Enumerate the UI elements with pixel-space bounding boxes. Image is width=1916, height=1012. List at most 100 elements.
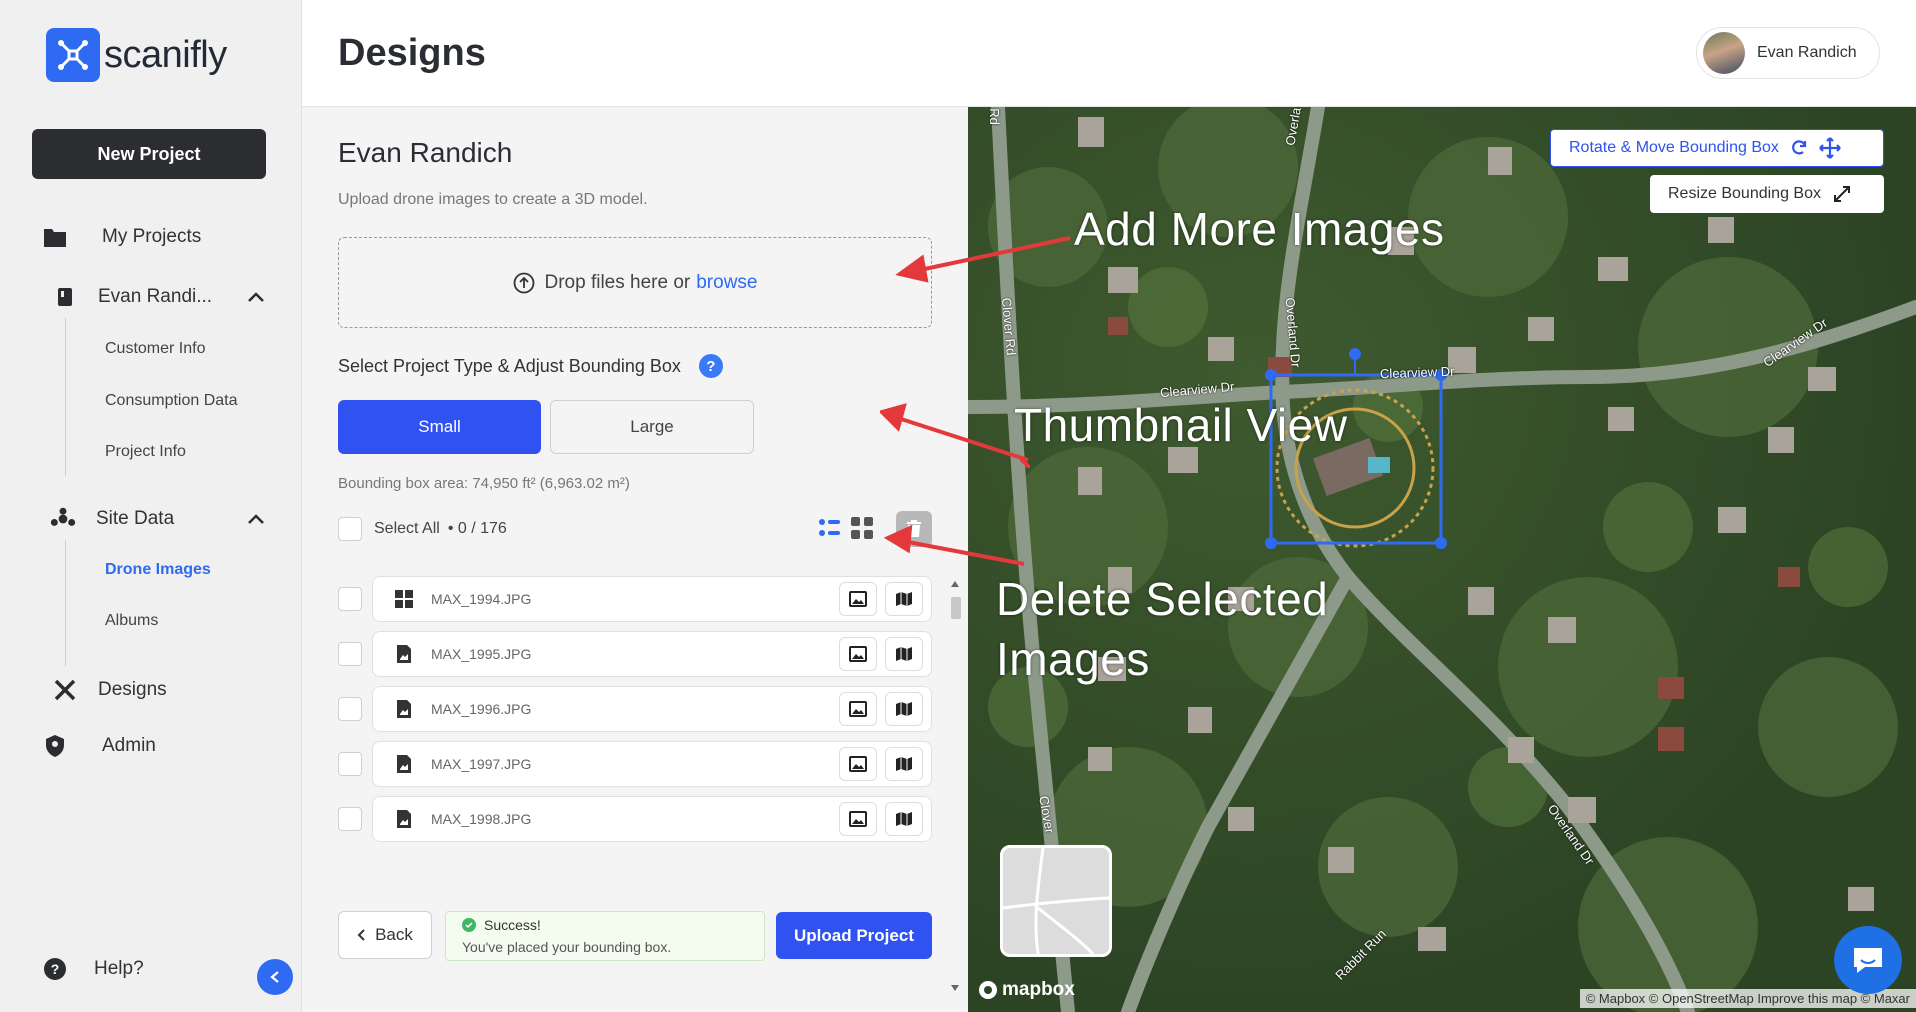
view-image-button[interactable] xyxy=(839,637,877,671)
grid-view-icon[interactable] xyxy=(850,516,874,540)
map-icon xyxy=(896,812,912,826)
select-all-checkbox[interactable] xyxy=(338,517,362,541)
user-name: Evan Randich xyxy=(1757,44,1857,61)
file-checkbox[interactable] xyxy=(338,587,362,611)
nav-admin[interactable]: Admin xyxy=(42,733,156,759)
minimap-roads xyxy=(1002,847,1110,956)
select-all-label[interactable]: Select All xyxy=(374,520,440,538)
mapbox-logo-icon xyxy=(979,981,997,999)
help-link[interactable]: ? Help? xyxy=(44,958,144,980)
road-label: Clearview Dr xyxy=(1379,363,1455,382)
shield-icon xyxy=(42,733,68,759)
view-image-button[interactable] xyxy=(839,692,877,726)
new-project-button[interactable]: New Project xyxy=(32,129,266,179)
file-image-icon xyxy=(393,808,415,830)
file-card[interactable]: MAX_1994.JPG xyxy=(372,576,932,622)
bounding-box-area: Bounding box area: 74,950 ft² (6,963.02 … xyxy=(338,475,630,492)
annotation-arrow-delete xyxy=(883,524,1025,566)
section-title: Select Project Type & Adjust Bounding Bo… xyxy=(338,354,723,378)
logo[interactable]: scanifly xyxy=(46,28,227,82)
back-label: Back xyxy=(375,925,413,944)
chevron-up-icon[interactable] xyxy=(246,288,266,308)
selection-count: • 0 / 176 xyxy=(447,520,507,537)
user-menu[interactable]: Evan Randich xyxy=(1696,27,1880,79)
collapse-sidebar-button[interactable] xyxy=(257,959,293,995)
nav-my-projects[interactable]: My Projects xyxy=(42,224,201,250)
image-icon xyxy=(849,756,867,772)
drone-icon xyxy=(50,506,76,532)
map-icon xyxy=(896,757,912,771)
file-card[interactable]: MAX_1997.JPG xyxy=(372,741,932,787)
chat-button[interactable] xyxy=(1834,926,1902,994)
nav-project-info[interactable]: Project Info xyxy=(105,443,186,461)
view-image-button[interactable] xyxy=(839,582,877,616)
browse-link[interactable]: browse xyxy=(696,272,757,294)
page-title: Designs xyxy=(338,32,486,74)
file-row: MAX_1997.JPG xyxy=(338,741,932,787)
upload-icon xyxy=(513,272,534,293)
nav-consumption-data[interactable]: Consumption Data xyxy=(105,392,238,410)
project-type-large-button[interactable]: Large xyxy=(550,400,754,454)
view-image-button[interactable] xyxy=(839,747,877,781)
mapbox-logo[interactable]: mapbox xyxy=(978,979,1075,1001)
minimap[interactable] xyxy=(1000,845,1112,957)
file-dropzone[interactable]: Drop files here or browse xyxy=(338,237,932,328)
view-on-map-button[interactable] xyxy=(885,582,923,616)
file-checkbox[interactable] xyxy=(338,642,362,666)
annotation-delete-selected: Delete Selected xyxy=(996,573,1329,625)
image-icon xyxy=(849,701,867,717)
scroll-thumb[interactable] xyxy=(951,597,961,619)
file-list-scrollbar[interactable] xyxy=(948,577,962,1005)
file-checkbox[interactable] xyxy=(338,697,362,721)
back-button[interactable]: Back xyxy=(338,911,432,959)
image-icon xyxy=(849,811,867,827)
rotate-icon xyxy=(1791,140,1807,155)
file-row: MAX_1998.JPG xyxy=(338,796,932,842)
file-card[interactable]: MAX_1996.JPG xyxy=(372,686,932,732)
file-row: MAX_1994.JPG xyxy=(338,576,932,622)
project-name: Evan Randich xyxy=(338,137,513,168)
list-view-icon[interactable] xyxy=(818,516,842,540)
file-checkbox[interactable] xyxy=(338,807,362,831)
page-header: Designs Evan Randich xyxy=(302,0,1916,107)
view-on-map-button[interactable] xyxy=(885,802,923,836)
chevron-left-icon xyxy=(357,929,365,941)
toast-message: You've placed your bounding box. xyxy=(462,939,672,955)
file-row: MAX_1995.JPG xyxy=(338,631,932,677)
view-on-map-button[interactable] xyxy=(885,747,923,781)
nav-customer-info[interactable]: Customer Info xyxy=(105,340,205,358)
brand-name: scanifly xyxy=(104,33,227,76)
nav-label: Evan Randi... xyxy=(98,286,213,307)
view-on-map-button[interactable] xyxy=(885,637,923,671)
file-card[interactable]: MAX_1995.JPG xyxy=(372,631,932,677)
toast-title: Success! xyxy=(484,917,541,933)
nav-drone-images[interactable]: Drone Images xyxy=(105,561,211,579)
avatar xyxy=(1703,32,1745,74)
nav-project-item[interactable]: Evan Randi... xyxy=(52,284,212,310)
resize-bounding-box-button[interactable]: Resize Bounding Box xyxy=(1650,175,1884,213)
help-label: Help? xyxy=(94,958,144,979)
view-image-button[interactable] xyxy=(839,802,877,836)
section-label: Select Project Type & Adjust Bounding Bo… xyxy=(338,355,681,376)
nav-albums[interactable]: Albums xyxy=(105,612,158,630)
upload-project-button[interactable]: Upload Project xyxy=(776,912,932,959)
file-checkbox[interactable] xyxy=(338,752,362,776)
file-card[interactable]: MAX_1998.JPG xyxy=(372,796,932,842)
rotate-move-bounding-box-button[interactable]: Rotate & Move Bounding Box xyxy=(1550,129,1884,167)
image-icon xyxy=(849,646,867,662)
upload-panel: Evan Randich Upload drone images to crea… xyxy=(302,107,968,1012)
tree-line xyxy=(65,540,66,666)
nav-designs[interactable]: Designs xyxy=(52,677,167,703)
satellite-map[interactable]: Rd Overla Clover Rd Overland Dr Clearvie… xyxy=(968,107,1916,1012)
scroll-up-icon[interactable] xyxy=(951,581,959,587)
chevron-up-icon[interactable] xyxy=(246,510,266,530)
sidebar: scanifly New Project My Projects Evan Ra… xyxy=(0,0,302,1012)
scroll-down-icon[interactable] xyxy=(951,985,959,991)
view-on-map-button[interactable] xyxy=(885,692,923,726)
annotation-images: Images xyxy=(996,633,1150,685)
project-type-small-button[interactable]: Small xyxy=(338,400,541,454)
map-icon xyxy=(896,592,912,606)
help-icon[interactable]: ? xyxy=(698,354,723,378)
design-tools-icon xyxy=(52,677,78,703)
nav-site-data[interactable]: Site Data xyxy=(50,506,174,532)
